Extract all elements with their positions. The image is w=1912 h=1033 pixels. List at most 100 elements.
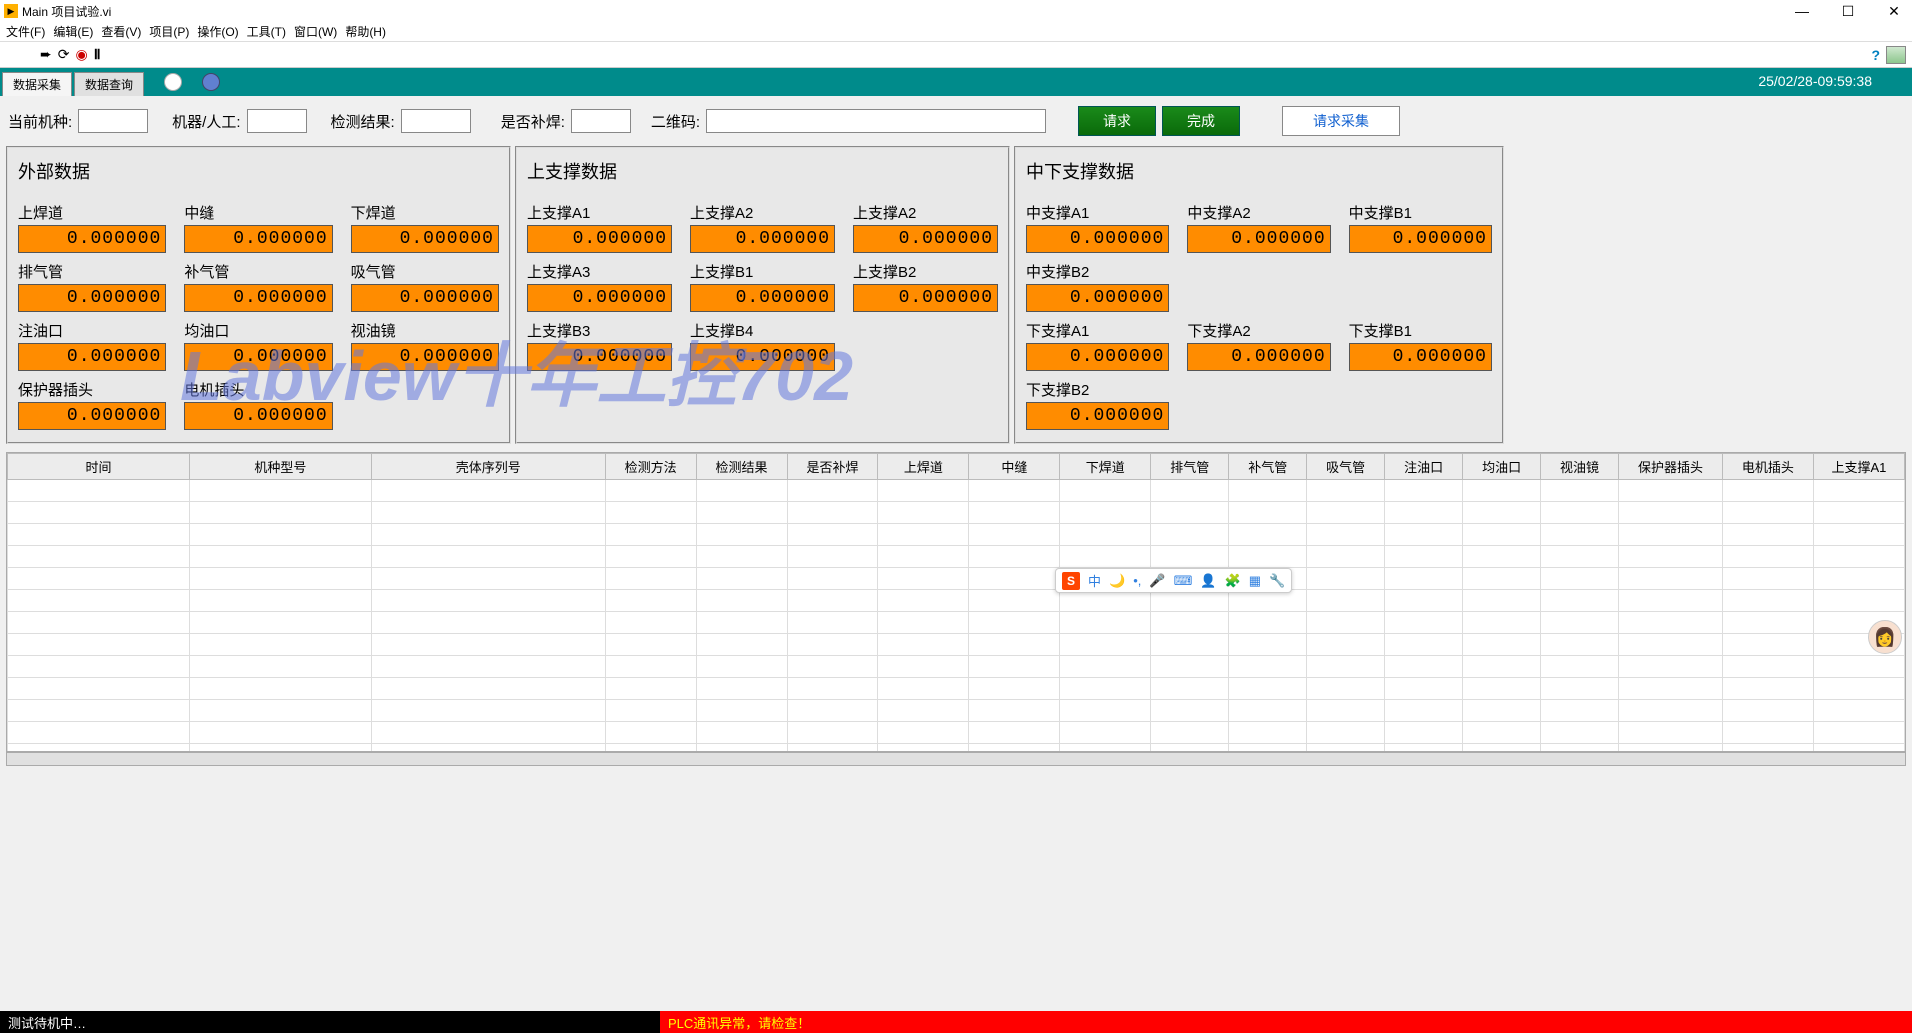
table-header[interactable]: 均油口 xyxy=(1463,454,1541,480)
data-field: 吸气管0.000000 xyxy=(351,261,499,312)
table-header[interactable]: 下焊道 xyxy=(1060,454,1151,480)
titlebar: ▶ Main 项目试验.vi — ☐ ✕ xyxy=(0,0,1912,22)
assistant-avatar[interactable]: 👩 xyxy=(1868,620,1902,654)
tab-data-collect[interactable]: 数据采集 xyxy=(2,72,72,96)
field-value: 0.000000 xyxy=(690,343,835,371)
field-label: 下焊道 xyxy=(351,202,499,223)
menu-help[interactable]: 帮助(H) xyxy=(345,23,386,40)
table-header[interactable]: 检测结果 xyxy=(696,454,787,480)
field-value: 0.000000 xyxy=(351,284,499,312)
field-label: 上支撑A1 xyxy=(527,202,672,223)
menu-window[interactable]: 窗口(W) xyxy=(294,23,337,40)
ime-lang[interactable]: 中 xyxy=(1088,571,1101,590)
table-row[interactable] xyxy=(8,568,1905,590)
table-row[interactable] xyxy=(8,744,1905,753)
request-collect-button[interactable]: 请求采集 xyxy=(1282,106,1400,136)
table-header[interactable]: 检测方法 xyxy=(605,454,696,480)
context-help-icon[interactable] xyxy=(1886,46,1906,64)
window-title: Main 项目试验.vi xyxy=(22,3,1788,20)
tab-data-query[interactable]: 数据查询 xyxy=(74,72,144,96)
table-header[interactable]: 壳体序列号 xyxy=(371,454,605,480)
maximize-button[interactable]: ☐ xyxy=(1834,3,1862,20)
field-value: 0.000000 xyxy=(18,284,166,312)
table-header[interactable]: 保护器插头 xyxy=(1619,454,1723,480)
field-label: 下支撑B1 xyxy=(1349,320,1492,341)
panel-external: 外部数据 上焊道0.000000中缝0.000000下焊道0.000000排气管… xyxy=(6,146,511,444)
table-header[interactable]: 是否补焊 xyxy=(787,454,878,480)
ime-settings-icon[interactable]: 🔧 xyxy=(1269,573,1285,589)
done-button[interactable]: 完成 xyxy=(1162,106,1240,136)
data-field: 上支撑B40.000000 xyxy=(690,320,835,371)
result-label: 检测结果: xyxy=(331,111,395,132)
ime-mic-icon[interactable]: 🎤 xyxy=(1149,573,1165,589)
pause-icon[interactable]: Ⅱ xyxy=(94,46,101,63)
table-row[interactable] xyxy=(8,722,1905,744)
table-row[interactable] xyxy=(8,524,1905,546)
table-header[interactable]: 吸气管 xyxy=(1307,454,1385,480)
horizontal-scrollbar[interactable] xyxy=(6,752,1906,766)
menu-tools[interactable]: 工具(T) xyxy=(247,23,286,40)
result-input[interactable] xyxy=(401,109,471,133)
sogou-icon[interactable]: S xyxy=(1062,572,1080,590)
qr-input[interactable] xyxy=(706,109,1046,133)
request-button[interactable]: 请求 xyxy=(1078,106,1156,136)
table-row[interactable] xyxy=(8,612,1905,634)
timestamp: 25/02/28-09:59:38 xyxy=(1758,73,1872,89)
menu-project[interactable]: 项目(P) xyxy=(149,23,189,40)
table-row[interactable] xyxy=(8,634,1905,656)
rewelded-label: 是否补焊: xyxy=(501,111,565,132)
menu-view[interactable]: 查看(V) xyxy=(101,23,141,40)
field-label: 中支撑B1 xyxy=(1349,202,1492,223)
menu-file[interactable]: 文件(F) xyxy=(6,23,45,40)
table-header[interactable]: 排气管 xyxy=(1151,454,1229,480)
data-panels: 外部数据 上焊道0.000000中缝0.000000下焊道0.000000排气管… xyxy=(0,146,1912,444)
data-field: 上支撑A30.000000 xyxy=(527,261,672,312)
table-header[interactable]: 补气管 xyxy=(1229,454,1307,480)
table-row[interactable] xyxy=(8,502,1905,524)
data-field: 上支撑A20.000000 xyxy=(853,202,998,253)
field-value: 0.000000 xyxy=(527,225,672,253)
table-row[interactable] xyxy=(8,546,1905,568)
table-header[interactable]: 机种型号 xyxy=(189,454,371,480)
table-row[interactable] xyxy=(8,678,1905,700)
run-continuous-icon[interactable]: ⟳ xyxy=(58,46,70,63)
mode-input[interactable] xyxy=(247,109,307,133)
data-field: 保护器插头0.000000 xyxy=(18,379,166,430)
abort-icon[interactable]: ◉ xyxy=(75,46,87,63)
panel-upper-title: 上支撑数据 xyxy=(527,158,998,184)
menu-operate[interactable]: 操作(O) xyxy=(197,23,238,40)
ime-puzzle-icon[interactable]: 🧩 xyxy=(1225,573,1241,589)
table-header[interactable]: 时间 xyxy=(8,454,190,480)
data-table[interactable]: 时间机种型号壳体序列号检测方法检测结果是否补焊上焊道中缝下焊道排气管补气管吸气管… xyxy=(6,452,1906,752)
table-header[interactable]: 上支撑A1 xyxy=(1813,454,1904,480)
field-label: 保护器插头 xyxy=(18,379,166,400)
ime-grid-icon[interactable]: ▦ xyxy=(1249,573,1261,589)
table-header[interactable]: 注油口 xyxy=(1385,454,1463,480)
ime-user-icon[interactable]: 👤 xyxy=(1200,573,1216,589)
table-row[interactable] xyxy=(8,656,1905,678)
close-button[interactable]: ✕ xyxy=(1880,3,1908,20)
table-header[interactable]: 电机插头 xyxy=(1722,454,1813,480)
table-header[interactable]: 上焊道 xyxy=(878,454,969,480)
help-icon[interactable]: ? xyxy=(1871,47,1880,63)
table-row[interactable] xyxy=(8,480,1905,502)
ime-toolbar[interactable]: S 中 🌙 •, 🎤 ⌨ 👤 🧩 ▦ 🔧 xyxy=(1055,568,1292,593)
ime-moon-icon[interactable]: 🌙 xyxy=(1109,573,1125,589)
table-row[interactable] xyxy=(8,590,1905,612)
table-row[interactable] xyxy=(8,700,1905,722)
ime-comma-icon[interactable]: •, xyxy=(1133,573,1141,588)
statusbar: 测试待机中… PLC通讯异常，请检查！ xyxy=(0,1011,1912,1033)
run-arrow-icon[interactable]: ➨ xyxy=(40,46,52,63)
field-label: 上支撑A3 xyxy=(527,261,672,282)
table-header[interactable]: 中缝 xyxy=(969,454,1060,480)
field-value: 0.000000 xyxy=(527,343,672,371)
menu-edit[interactable]: 编辑(E) xyxy=(53,23,93,40)
table-header[interactable]: 视油镜 xyxy=(1541,454,1619,480)
data-field: 中支撑A10.000000 xyxy=(1026,202,1169,253)
field-label: 吸气管 xyxy=(351,261,499,282)
ime-keyboard-icon[interactable]: ⌨ xyxy=(1174,573,1193,589)
model-input[interactable] xyxy=(78,109,148,133)
rewelded-input[interactable] xyxy=(571,109,631,133)
minimize-button[interactable]: — xyxy=(1788,3,1816,20)
field-label: 上支撑B2 xyxy=(853,261,998,282)
